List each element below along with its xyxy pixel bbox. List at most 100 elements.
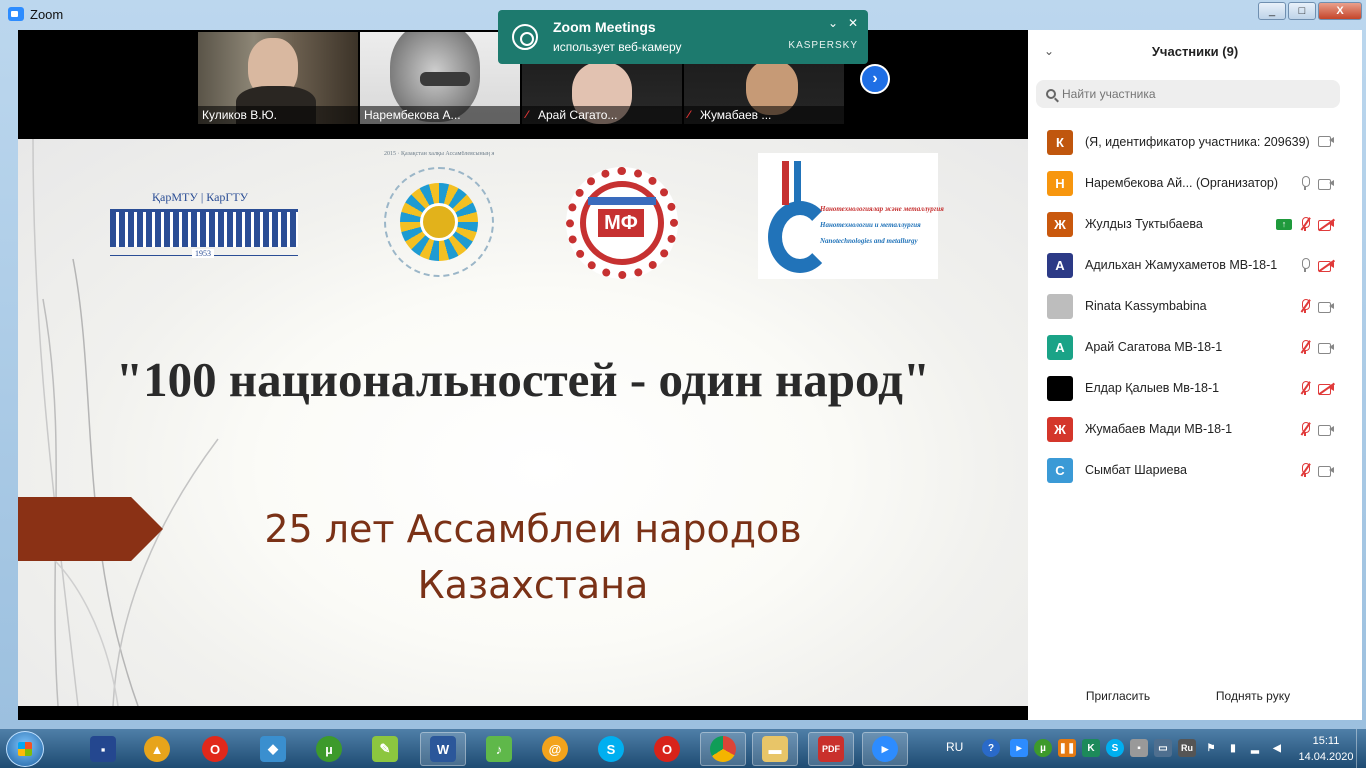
participant-status-icons [1300,463,1334,477]
signal-tray-icon[interactable]: ▂ [1246,739,1264,757]
next-page-arrow-icon[interactable]: › [860,64,890,94]
folder-icon: ▬ [762,736,788,762]
language-indicator[interactable]: RU [946,740,963,754]
app-tray-icon[interactable]: ▪ [1130,739,1148,757]
participant-row[interactable]: А Арай Сагатова МВ-18-1 [1028,327,1362,368]
zoom-tray-icon[interactable]: ▸ [1010,739,1028,757]
camera-icon[interactable] [1318,301,1334,313]
mic-muted-icon[interactable] [1300,217,1311,231]
display-tray-icon[interactable]: ▭ [1154,739,1172,757]
opera-icon: O [654,736,680,762]
notification-collapse-icon[interactable]: ⌄ [828,16,838,30]
taskbar-word-app[interactable]: W [420,732,466,766]
avatar: Ж [1047,417,1073,442]
screen-share-icon: ↑ [1276,218,1292,230]
mic-muted-icon[interactable] [1300,422,1311,436]
notification-title: Zoom Meetings [553,19,656,35]
participant-status-icons [1300,258,1335,272]
maximize-button[interactable]: □ [1288,2,1316,20]
show-desktop-button[interactable] [1356,729,1366,768]
clock[interactable]: 15:11 14.04.2020 [1296,733,1356,765]
taskbar-explorer-app[interactable]: ▬ [752,732,798,766]
opera-icon: O [202,736,228,762]
search-input[interactable] [1062,87,1302,101]
camera-icon[interactable] [1318,135,1334,147]
participant-row[interactable]: К (Я, идентификатор участника: 209639) [1028,122,1362,163]
taskbar-pdf-app[interactable]: PDF [808,732,854,766]
mic-muted-icon[interactable] [1300,381,1311,395]
camera-icon[interactable] [1318,178,1334,190]
video-thumbnail-active[interactable]: Нарембекова А... [360,32,520,124]
chrome-icon [710,736,736,762]
university-logo: ҚарМТУ | КарГТУ 1953 [110,187,300,263]
taskbar-opera-app[interactable]: O [192,732,238,766]
avatar [1047,294,1073,319]
raise-hand-button[interactable]: Поднять руку [1208,684,1298,708]
participant-row[interactable]: С Сымбат Шариева [1028,450,1362,491]
mic-muted-icon[interactable] [1300,463,1311,477]
participant-row[interactable]: Ж Жумабаев Мади МВ-18-1 [1028,409,1362,450]
invite-button[interactable]: Пригласить [1078,684,1158,708]
taskbar-zoom-app[interactable]: ▸ [862,732,908,766]
window-controls: _ □ X [1258,2,1362,20]
camera-icon[interactable] [1318,342,1334,354]
close-button[interactable]: X [1318,2,1362,20]
player-tray-icon[interactable]: ❚❚ [1058,739,1076,757]
camera-icon[interactable] [1318,424,1334,436]
participant-row[interactable]: Ж Жулдыз Туктыбаева ↑ [1028,204,1362,245]
help-icon[interactable]: ? [982,739,1000,757]
participants-panel: ⌄ Участники (9) К(Я, идентификатор участ… [1028,30,1362,720]
nanotech-logo: Нанотехнологиялар және металлургия Нанот… [758,153,944,279]
taskbar-archiver-app[interactable]: ▲ [134,732,180,766]
camera-off-icon[interactable] [1318,259,1335,272]
video-thumbnail[interactable]: Куликов В.Ю. [198,32,358,124]
participant-search[interactable] [1036,80,1340,108]
avatar: С [1047,458,1073,483]
taskbar-skype-app[interactable]: S [588,732,634,766]
action-center-flag-icon[interactable]: ⚑ [1202,739,1220,757]
mic-icon[interactable] [1300,258,1310,272]
participant-row[interactable]: А Адильхан Жамухаметов МВ-18-1 [1028,245,1362,286]
volume-icon[interactable]: ◀ [1268,739,1286,757]
taskbar-music-app[interactable]: ♪ [476,732,522,766]
clock-date: 14.04.2020 [1298,751,1354,763]
avatar: А [1047,253,1073,278]
keyboard-layout-icon[interactable]: Ru [1178,739,1196,757]
mic-muted-icon[interactable] [1300,299,1311,313]
webcam-icon [512,24,538,50]
participant-row[interactable]: Rinata Kassymbabina [1028,286,1362,327]
search-icon [1046,89,1056,99]
start-button[interactable] [6,731,44,767]
taskbar-editor-app[interactable]: ✎ [362,732,408,766]
camera-icon[interactable] [1318,465,1334,477]
skype-tray-icon[interactable]: S [1106,739,1124,757]
participant-row[interactable]: Елдар Қалыев Мв-18-1 [1028,368,1362,409]
participant-name: Сымбат Шариева [1085,463,1187,477]
zoom-window: Zoom _ □ X Куликов В.Ю. Нарембекова А... [0,0,1366,728]
network-tray-icon[interactable]: ▮ [1224,739,1242,757]
mic-icon[interactable] [1300,176,1310,190]
participant-row[interactable]: Н Нарембекова Ай... (Организатор) [1028,163,1362,204]
mic-muted-icon[interactable] [1300,340,1311,354]
taskbar-chrome-app[interactable] [700,732,746,766]
taskbar-opera2-app[interactable]: O [644,732,690,766]
camera-off-icon[interactable] [1318,218,1335,231]
taskbar-save-app[interactable]: ▪ [80,732,126,766]
utorrent-tray-icon[interactable]: µ [1034,739,1052,757]
participant-status-icons [1300,176,1334,190]
word-icon: W [430,736,456,762]
clock-time: 15:11 [1312,735,1340,747]
taskbar-mail-app[interactable]: @ [532,732,578,766]
camera-off-icon[interactable] [1318,382,1335,395]
skype-icon: S [598,736,624,762]
minimize-button[interactable]: _ [1258,2,1286,20]
participant-status-icons [1318,135,1334,147]
taskbar-utorrent-app[interactable]: µ [306,732,352,766]
participant-status-icons [1300,381,1335,395]
window-title: Zoom [30,7,64,22]
taskbar-network-app[interactable]: ◆ [250,732,296,766]
security-tray-icon[interactable]: K [1082,739,1100,757]
notification-close-icon[interactable]: ✕ [848,16,858,30]
webcam-notification: Zoom Meetings использует веб-камеру ⌄ ✕ … [498,10,868,64]
participant-name: Адильхан Жамухаметов МВ-18-1 [1085,258,1278,272]
